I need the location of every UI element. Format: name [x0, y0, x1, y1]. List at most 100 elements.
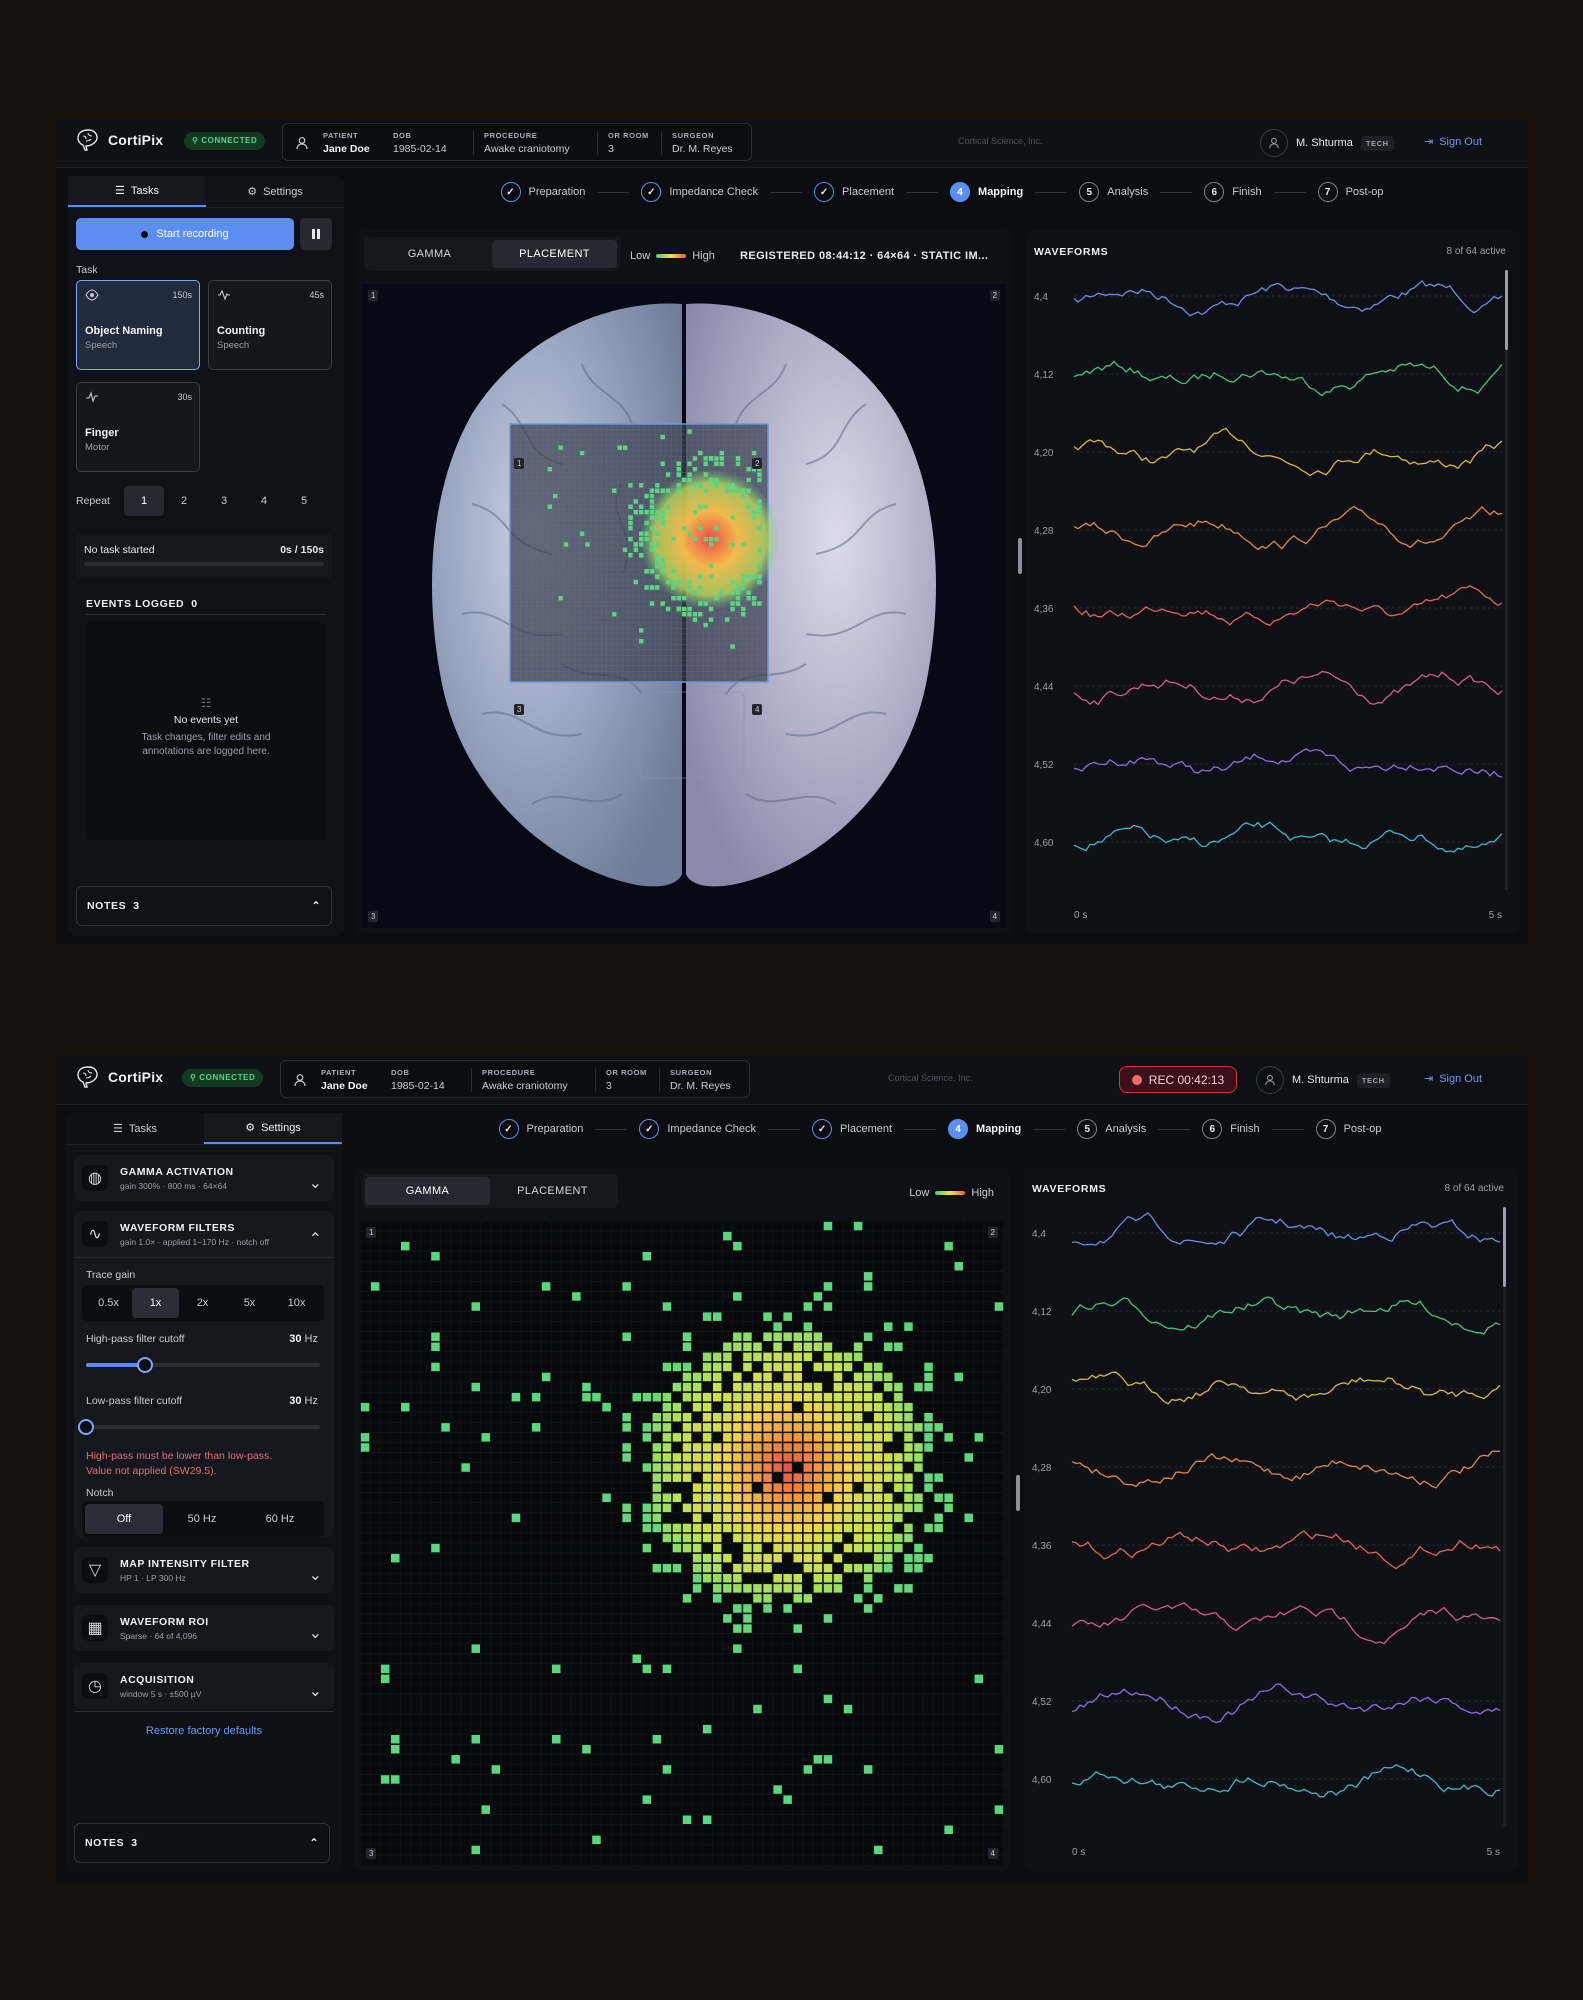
lowpass-slider[interactable]: [78, 1419, 320, 1435]
user-icon: [1265, 1074, 1275, 1086]
restore-defaults-link[interactable]: Restore factory defaults: [74, 1725, 334, 1737]
step-post-op[interactable]: 7 Post-op: [1317, 182, 1383, 202]
step-mapping[interactable]: 4 Mapping: [948, 1119, 1021, 1139]
heatmap-cell: [863, 1362, 873, 1372]
heatmap-cell: [672, 1362, 682, 1372]
waveform-trace: [1073, 670, 1503, 706]
gamma-activation-section[interactable]: ◍ GAMMA ACTIVATION gain 300% · 800 ms · 64…: [74, 1155, 334, 1201]
lowpass-slider-handle[interactable]: [78, 1419, 94, 1435]
notes-toggle[interactable]: NOTES 3 ⌃: [74, 1823, 330, 1863]
heatmap-cell: [813, 1503, 823, 1513]
notch-option[interactable]: 50 Hz: [163, 1504, 241, 1534]
repeat-option[interactable]: 2: [164, 486, 204, 516]
tab-gamma[interactable]: GAMMA: [365, 1177, 490, 1205]
heatmap-cell: [702, 1483, 712, 1492]
tab-settings[interactable]: ⚙ Settings: [206, 176, 344, 207]
heatmap-cell: [723, 1503, 732, 1513]
heatmap-cell: [360, 1433, 370, 1442]
repeat-option[interactable]: 1: [124, 486, 164, 516]
resize-handle[interactable]: [1016, 1475, 1020, 1511]
tab-gamma[interactable]: GAMMA: [367, 240, 492, 268]
tab-tasks[interactable]: ☰ Tasks: [68, 176, 206, 207]
waveforms-active-count: 8 of 64 active: [1446, 246, 1506, 257]
step-finish[interactable]: 6 Finish: [1204, 182, 1262, 202]
heatmap-cell: [773, 1402, 782, 1412]
highpass-slider-handle[interactable]: [136, 1357, 153, 1373]
heatmap-cell: [894, 1463, 903, 1472]
waveform-scrollbar[interactable]: [1505, 270, 1508, 890]
tab-placement[interactable]: PLACEMENT: [492, 240, 617, 268]
map-intensity-filter-section[interactable]: ▽ MAP INTENSITY FILTER HP 1 · LP 300 Hz ⌄: [74, 1547, 334, 1593]
heatmap-cell: [793, 1664, 802, 1674]
heatmap-cell: [743, 1332, 752, 1341]
activation-cell: [757, 574, 762, 579]
record-dot-icon: [141, 230, 149, 238]
heatmap-cell: [803, 1483, 813, 1492]
notch-option[interactable]: 60 Hz: [241, 1504, 319, 1534]
task-card-finger[interactable]: 30s Finger Motor: [76, 382, 200, 472]
step-impedance-check[interactable]: ✓ Impedance Check: [639, 1119, 756, 1139]
gear-icon: ⚙: [247, 186, 258, 198]
chevron-down-icon: ⌄: [308, 1567, 322, 1584]
waveform-trace: [1071, 1371, 1501, 1405]
trace-gain-option[interactable]: 2x: [179, 1288, 226, 1318]
tab-placement[interactable]: PLACEMENT: [490, 1177, 615, 1205]
waveform-scrollbar[interactable]: [1503, 1207, 1506, 1827]
trace-gain-option[interactable]: 0.5x: [85, 1288, 132, 1318]
task-card-object-naming[interactable]: 150s Object Naming Speech: [76, 280, 200, 370]
step-post-op[interactable]: 7 Post-op: [1315, 1119, 1381, 1139]
heatmap-cell: [894, 1453, 903, 1462]
heatmap-cell: [481, 1805, 490, 1814]
heatmap-cell: [853, 1543, 863, 1553]
activation-cell: [649, 526, 655, 531]
pause-button[interactable]: [300, 218, 332, 250]
brain-placement-view[interactable]: 1 2 3 4 1 2 3 4: [362, 284, 1006, 928]
step-mapping[interactable]: 4 Mapping: [950, 182, 1023, 202]
step-impedance-check[interactable]: ✓ Impedance Check: [641, 182, 758, 202]
tab-tasks[interactable]: ☰ Tasks: [66, 1113, 204, 1144]
notch-option[interactable]: Off: [85, 1504, 163, 1534]
tab-settings[interactable]: ⚙ Settings: [204, 1113, 342, 1144]
trace-gain-option[interactable]: 5x: [226, 1288, 273, 1318]
gamma-heatmap[interactable]: 1 2 3 4: [360, 1221, 1004, 1865]
user-menu[interactable]: M. Shturma TECH: [1256, 1066, 1390, 1094]
waveform-filters-header[interactable]: ∿ WAVEFORM FILTERS gain 1.0× · applied 1–1…: [74, 1211, 334, 1257]
step-analysis[interactable]: 5 Analysis: [1077, 1119, 1146, 1139]
step-placement[interactable]: ✓ Placement: [812, 1119, 892, 1139]
acquisition-section[interactable]: ◷ ACQUISITION window 5 s · ±500 µV ⌄: [74, 1663, 334, 1709]
heatmap-cell: [823, 1433, 833, 1442]
repeat-option[interactable]: 4: [244, 486, 284, 516]
activation-cell: [649, 547, 655, 552]
sign-out-button[interactable]: ⇥ Sign Out: [1424, 135, 1528, 149]
repeat-option[interactable]: 5: [284, 486, 324, 516]
user-menu[interactable]: M. Shturma TECH: [1260, 129, 1394, 157]
heatmap-cell: [733, 1574, 742, 1583]
step-analysis[interactable]: 5 Analysis: [1079, 182, 1148, 202]
step-placement[interactable]: ✓ Placement: [814, 182, 894, 202]
activation-cell: [660, 563, 665, 569]
step-preparation[interactable]: ✓ Preparation: [500, 182, 585, 202]
heatmap-cell: [813, 1463, 823, 1472]
highpass-slider[interactable]: [86, 1357, 320, 1373]
repeat-option[interactable]: 3: [204, 486, 244, 516]
activation-cell: [735, 585, 741, 590]
heatmap-cell: [914, 1423, 923, 1432]
trace-gain-option[interactable]: 1x: [132, 1288, 179, 1318]
resize-handle[interactable]: [1018, 538, 1022, 574]
heatmap-cell: [763, 1483, 772, 1492]
heatmap-cell: [652, 1413, 662, 1422]
waveform-roi-section[interactable]: ▦ WAVEFORM ROI Sparse · 64 of 4,096 ⌄: [74, 1605, 334, 1651]
notes-toggle[interactable]: NOTES 3 ⌃: [76, 886, 332, 926]
heatmap-cell: [763, 1433, 772, 1442]
step-finish[interactable]: 6 Finish: [1202, 1119, 1260, 1139]
activation-cell: [708, 536, 714, 542]
start-recording-button[interactable]: Start recording: [76, 218, 294, 250]
waveform-traces: 4,4 4,12 4,20 4,28 4,36 4,44 4,52 4,60 0 s 5 s: [1034, 279, 1503, 921]
task-card-counting[interactable]: 45s Counting Speech: [208, 280, 332, 370]
heatmap-cell: [863, 1453, 873, 1462]
sign-out-button[interactable]: ⇥ Sign Out: [1424, 1072, 1528, 1086]
heatmap-cell: [471, 1302, 480, 1311]
step-preparation[interactable]: ✓ Preparation: [498, 1119, 583, 1139]
trace-gain-option[interactable]: 10x: [273, 1288, 320, 1318]
activation-cell: [563, 542, 569, 547]
